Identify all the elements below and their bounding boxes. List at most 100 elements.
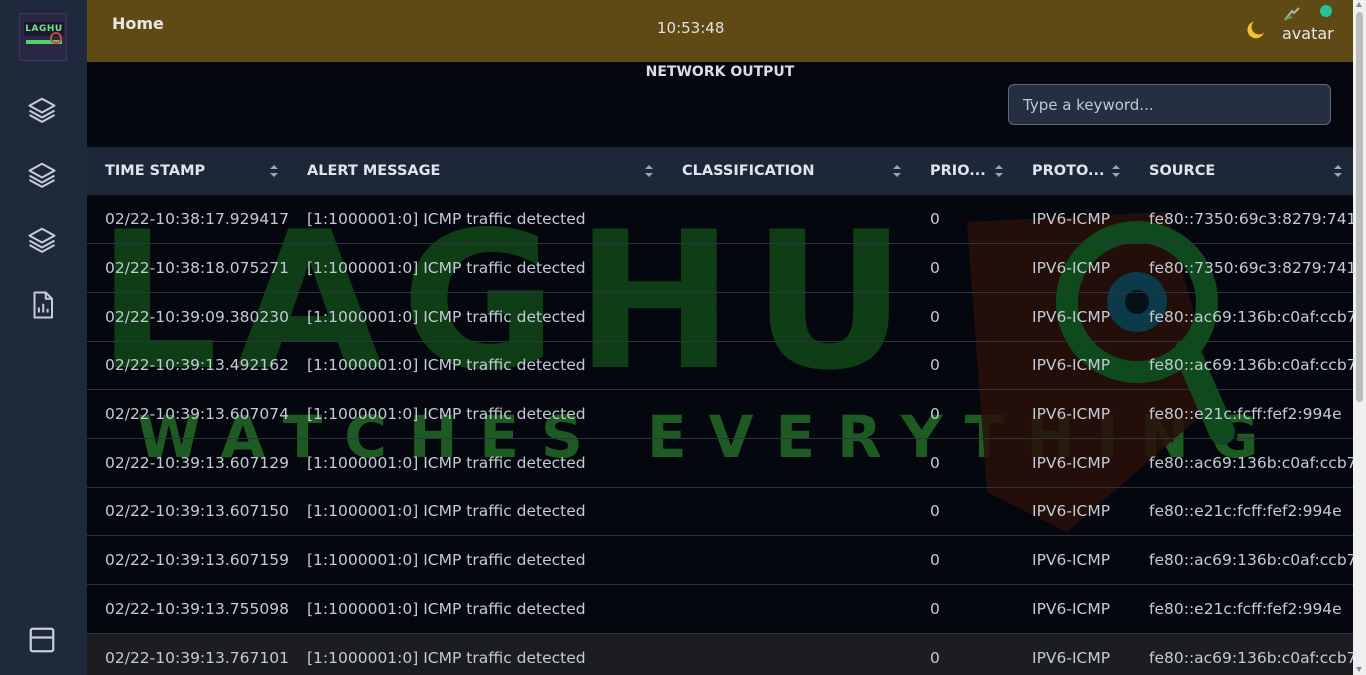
cell-source: fe80::ac69:136b:c0af:ccb7	[1149, 551, 1353, 570]
column-header-source[interactable]: SOURCE	[1131, 147, 1353, 195]
column-header-priority[interactable]: PRIO...	[912, 147, 1014, 195]
cell-protocol: IPV6-ICMP	[1032, 210, 1111, 229]
cell-timestamp: 02/22-10:38:17.929417	[105, 210, 289, 229]
cell-alert-message: [1:1000001:0] ICMP traffic detected	[307, 599, 586, 618]
sort-icon[interactable]	[1333, 164, 1343, 178]
cell-classification	[664, 633, 912, 675]
cell-alert-message: [1:1000001:0] ICMP traffic detected	[307, 356, 586, 375]
table-header-row: TIME STAMP ALERT MESSAGE CLASSIFICATION …	[87, 147, 1353, 195]
cell-source: fe80::ac69:136b:c0af:ccb7	[1149, 356, 1353, 375]
cell-timestamp: 02/22-10:39:13.492162	[105, 356, 289, 375]
cell-alert-message: [1:1000001:0] ICMP traffic detected	[307, 551, 586, 570]
cell-classification	[664, 390, 912, 439]
cell-classification	[664, 585, 912, 634]
table-row[interactable]: 02/22-10:38:18.075271 [1:1000001:0] ICMP …	[87, 244, 1353, 293]
cell-alert-message: [1:1000001:0] ICMP traffic detected	[307, 453, 586, 472]
cell-priority: 0	[930, 551, 940, 570]
online-status-dot	[1320, 5, 1332, 17]
cell-timestamp: 02/22-10:39:13.607159	[105, 551, 289, 570]
cell-priority: 0	[930, 259, 940, 278]
column-header-classification[interactable]: CLASSIFICATION	[664, 147, 912, 195]
cell-source: fe80::e21c:fcff:fef2:994e	[1149, 599, 1342, 618]
column-header-timestamp[interactable]: TIME STAMP	[87, 147, 289, 195]
table-row[interactable]: 02/22-10:39:13.767101 [1:1000001:0] ICMP …	[87, 633, 1353, 675]
cell-source: fe80::7350:69c3:8279:741f	[1149, 259, 1353, 278]
sort-icon[interactable]	[644, 164, 654, 178]
cell-classification	[664, 487, 912, 536]
layers-icon[interactable]	[27, 225, 57, 255]
scroll-down-icon[interactable]	[1356, 667, 1362, 672]
table-row[interactable]: 02/22-10:39:13.755098 [1:1000001:0] ICMP …	[87, 585, 1353, 634]
avatar[interactable]: avatar	[1281, 4, 1356, 48]
cell-classification	[664, 195, 912, 244]
sort-icon[interactable]	[269, 164, 279, 178]
cell-timestamp: 02/22-10:39:13.607074	[105, 405, 289, 424]
table-row[interactable]: 02/22-10:39:13.607150 [1:1000001:0] ICMP …	[87, 487, 1353, 536]
layers-icon[interactable]	[27, 160, 57, 190]
cell-alert-message: [1:1000001:0] ICMP traffic detected	[307, 259, 586, 278]
cell-source: fe80::ac69:136b:c0af:ccb7	[1149, 453, 1353, 472]
cell-priority: 0	[930, 356, 940, 375]
cell-protocol: IPV6-ICMP	[1032, 259, 1111, 278]
cell-classification	[664, 536, 912, 585]
cell-alert-message: [1:1000001:0] ICMP traffic detected	[307, 307, 586, 326]
sort-icon[interactable]	[892, 164, 902, 178]
cell-classification	[664, 292, 912, 341]
layers-icon[interactable]	[27, 95, 57, 125]
cell-timestamp: 02/22-10:39:09.380230	[105, 307, 289, 326]
cell-timestamp: 02/22-10:39:13.767101	[105, 648, 289, 667]
table-row[interactable]: 02/22-10:39:13.492162 [1:1000001:0] ICMP …	[87, 341, 1353, 390]
sort-icon[interactable]	[994, 164, 1004, 178]
cell-alert-message: [1:1000001:0] ICMP traffic detected	[307, 405, 586, 424]
sort-icon[interactable]	[1111, 164, 1121, 178]
cell-priority: 0	[930, 648, 940, 667]
table-row[interactable]: 02/22-10:39:13.607074 [1:1000001:0] ICMP …	[87, 390, 1353, 439]
clock: 10:53:48	[657, 19, 725, 37]
search-input[interactable]	[1008, 84, 1331, 125]
column-header-alert-message[interactable]: ALERT MESSAGE	[289, 147, 664, 195]
section-title: NETWORK OUTPUT	[645, 64, 795, 80]
app-logo[interactable]: LAGHU	[19, 13, 67, 61]
cell-source: fe80::e21c:fcff:fef2:994e	[1149, 502, 1342, 521]
cell-classification	[664, 244, 912, 293]
cell-protocol: IPV6-ICMP	[1032, 551, 1111, 570]
cell-protocol: IPV6-ICMP	[1032, 307, 1111, 326]
avatar-label: avatar	[1282, 24, 1334, 43]
cell-priority: 0	[930, 210, 940, 229]
panel-icon[interactable]	[27, 625, 57, 655]
cell-classification	[664, 438, 912, 487]
cell-protocol: IPV6-ICMP	[1032, 502, 1111, 521]
cell-timestamp: 02/22-10:38:18.075271	[105, 259, 289, 278]
report-icon[interactable]	[27, 290, 57, 320]
cell-timestamp: 02/22-10:39:13.607129	[105, 453, 289, 472]
page-title[interactable]: Home	[112, 14, 164, 33]
top-header: Home 10:53:48 avatar	[87, 0, 1353, 62]
cell-timestamp: 02/22-10:39:13.755098	[105, 599, 289, 618]
cell-source: fe80::e21c:fcff:fef2:994e	[1149, 405, 1342, 424]
scroll-thumb[interactable]	[1356, 12, 1363, 402]
cell-protocol: IPV6-ICMP	[1032, 648, 1111, 667]
table-row[interactable]: 02/22-10:39:13.607159 [1:1000001:0] ICMP …	[87, 536, 1353, 585]
cell-priority: 0	[930, 599, 940, 618]
cell-priority: 0	[930, 405, 940, 424]
cell-timestamp: 02/22-10:39:13.607150	[105, 502, 289, 521]
table-row[interactable]: 02/22-10:39:13.607129 [1:1000001:0] ICMP …	[87, 438, 1353, 488]
alerts-table: TIME STAMP ALERT MESSAGE CLASSIFICATION …	[87, 147, 1353, 675]
cell-alert-message: [1:1000001:0] ICMP traffic detected	[307, 210, 586, 229]
cell-source: fe80::7350:69c3:8279:741f	[1149, 210, 1353, 229]
page-scrollbar[interactable]	[1353, 0, 1366, 675]
cell-priority: 0	[930, 307, 940, 326]
broken-image-icon	[1284, 6, 1300, 21]
cell-priority: 0	[930, 502, 940, 521]
table-row[interactable]: 02/22-10:39:09.380230 [1:1000001:0] ICMP …	[87, 292, 1353, 342]
cell-source: fe80::ac69:136b:c0af:ccb7	[1149, 648, 1353, 667]
main-content: NETWORK OUTPUT LAGHU WATCHES EVERYTHING …	[87, 62, 1353, 675]
cell-source: fe80::ac69:136b:c0af:ccb7	[1149, 307, 1353, 326]
scroll-up-icon[interactable]	[1356, 2, 1362, 7]
cell-protocol: IPV6-ICMP	[1032, 356, 1111, 375]
moon-icon[interactable]	[1244, 18, 1268, 42]
cell-protocol: IPV6-ICMP	[1032, 405, 1111, 424]
cell-protocol: IPV6-ICMP	[1032, 453, 1111, 472]
column-header-protocol[interactable]: PROTO...	[1014, 147, 1131, 195]
table-row[interactable]: 02/22-10:38:17.929417 [1:1000001:0] ICMP …	[87, 195, 1353, 244]
